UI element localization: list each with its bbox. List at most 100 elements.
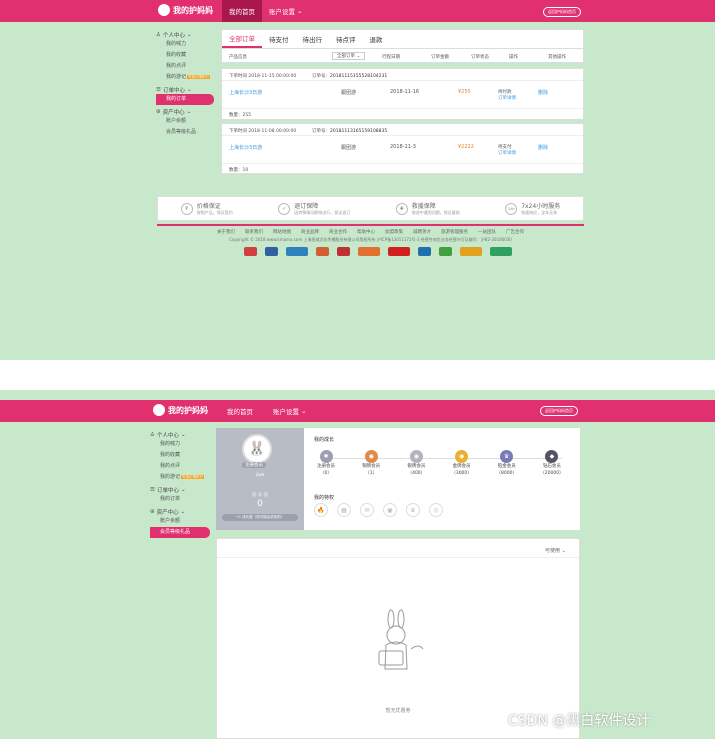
footer-link[interactable]: 旅游管理服务 bbox=[441, 229, 468, 235]
chevron-down-icon: ⌄ bbox=[356, 54, 361, 59]
footer-link[interactable]: 诚聘英才 bbox=[413, 229, 431, 235]
order-detail-link[interactable]: 订单详情 bbox=[498, 95, 516, 101]
chevron-down-icon: ⌄ bbox=[180, 509, 186, 515]
medal-icon: ◉ bbox=[364, 450, 378, 463]
sidebar-group-personal[interactable]: ♙ 个人中心 ⌄ bbox=[156, 31, 214, 39]
sidebar-item-reviews[interactable]: 我的点评 bbox=[156, 61, 214, 72]
footer-link[interactable]: 商业合作 bbox=[329, 229, 347, 235]
sidebar-item-balance[interactable]: 账户余额 bbox=[150, 516, 210, 527]
order-date: 2018-11-16 bbox=[390, 89, 420, 95]
table-header: 产品信息 全部订单 ⌄ 行程日期 订单金额 订单状态 操作 其他操作 bbox=[221, 48, 584, 63]
orders-page: 我的护妈妈 我的首页 账户设置 ⌄ 返回护妈妈首页 ♙ 个人中心 ⌄ 我的喊力 我的… bbox=[0, 0, 715, 360]
level-node: ◉ 金牌会员 （3000） bbox=[450, 450, 474, 477]
coupon-filter-select[interactable]: 可使用 ⌄ bbox=[545, 547, 566, 554]
user-icon: ♙ bbox=[156, 32, 161, 38]
col-other: 其他操作 bbox=[548, 55, 566, 60]
col-product: 产品信息 bbox=[229, 55, 247, 60]
wifi-icon[interactable]: ◎ bbox=[429, 503, 443, 517]
guarantee-refund: ✓ 退订保障 因特殊情况影响出行，保证退订 bbox=[278, 201, 350, 216]
return-home-button[interactable]: 返回护妈妈首页 bbox=[543, 7, 581, 17]
sidebar-item-my-orders[interactable]: 我的订单 bbox=[156, 94, 214, 105]
footer-link[interactable]: 加盟政策 bbox=[385, 229, 403, 235]
sidebar-group-assets[interactable]: ⊛ 资产中心 ⌄ bbox=[156, 108, 214, 116]
avatar[interactable]: 🐰 bbox=[242, 434, 272, 464]
trust-badge-icon bbox=[358, 247, 380, 256]
site-logo[interactable]: 我的护妈妈 bbox=[153, 404, 208, 416]
guarantee-rescue: ✚ 救援保障 旅途中遇到问题，保证援助 bbox=[395, 201, 460, 216]
sidebar-item-favorites[interactable]: 我的收藏 bbox=[156, 50, 214, 61]
footer-link[interactable]: 一站团队 bbox=[478, 229, 496, 235]
user-icon: ♙ bbox=[150, 432, 155, 438]
sidebar-item-reviews[interactable]: 我的点评 bbox=[150, 461, 210, 472]
tab-all-orders[interactable]: 全部订单 bbox=[222, 30, 262, 48]
fire-icon[interactable]: 🔥 bbox=[314, 503, 328, 517]
sidebar-item-my-orders[interactable]: 我的订单 bbox=[150, 494, 210, 505]
sidebar-item-member-gifts[interactable]: 会员等级礼品 bbox=[150, 527, 210, 538]
return-home-button[interactable]: 返回护妈妈首页 bbox=[540, 406, 578, 416]
col-date: 行程日期 bbox=[382, 55, 400, 60]
nav-home[interactable]: 我的首页 bbox=[222, 0, 262, 22]
footer-link[interactable]: 帮助中心 bbox=[357, 229, 375, 235]
product-link[interactable]: 上海长沙3日游 bbox=[229, 144, 262, 151]
check-icon: ✓ bbox=[278, 202, 291, 215]
order-date: 2018-11-3 bbox=[390, 144, 416, 150]
sidebar-item-power[interactable]: 我的喊力 bbox=[150, 439, 210, 450]
chevron-down-icon: ⌄ bbox=[180, 432, 186, 438]
sidebar-item-power[interactable]: 我的喊力 bbox=[156, 39, 214, 50]
footer-link[interactable]: 联系我们 bbox=[245, 229, 263, 235]
delete-order-button[interactable]: 删除 bbox=[538, 144, 548, 151]
order-filter-select[interactable]: 全部订单 ⌄ bbox=[332, 52, 366, 60]
coupon-panel: 可使用 ⌄ 暂无优惠券 bbox=[216, 538, 580, 739]
growth-levels: ✸ 注册会员 （0） ◉ 铜牌会员 （1） ◉ 银牌会员 （400） ◉ 金牌会员 （3000）… bbox=[314, 450, 564, 477]
nav-home[interactable]: 我的首页 bbox=[220, 400, 260, 422]
nav-account-settings[interactable]: 账户设置 ⌄ bbox=[262, 0, 310, 22]
medal-icon: ◉ bbox=[455, 450, 469, 463]
tab-pending-payment[interactable]: 待支付 bbox=[262, 30, 296, 48]
footer-link[interactable]: 商业品牌 bbox=[301, 229, 319, 235]
order-detail-link[interactable]: 订单详情 bbox=[498, 150, 516, 156]
site-logo[interactable]: 我的护妈妈 bbox=[158, 4, 213, 16]
level-node: ◉ 铜牌会员 （1） bbox=[359, 450, 383, 477]
safety-badge-icon bbox=[490, 247, 512, 256]
tab-pending-review[interactable]: 待点评 bbox=[329, 30, 363, 48]
order-quantity: 数量：10 bbox=[229, 168, 249, 173]
watermark: CSDN @黑白软件设计 bbox=[508, 713, 651, 729]
footer-link[interactable]: 网站地图 bbox=[273, 229, 291, 235]
police-badge-icon bbox=[244, 247, 257, 256]
sidebar-group-orders[interactable]: ☰ 订单中心 ⌄ bbox=[156, 86, 214, 94]
building-icon[interactable]: ▦ bbox=[337, 503, 351, 517]
credit-badge-icon bbox=[286, 247, 308, 256]
col-amount: 订单金额 bbox=[431, 55, 449, 60]
footer-link[interactable]: 关于我们 bbox=[217, 229, 235, 235]
sidebar-item-member-gifts[interactable]: 会员等级礼品 bbox=[156, 127, 214, 138]
order-quantity: 数量：255 bbox=[229, 113, 252, 118]
growth-panel: 我的成长 ✸ 注册会员 （0） ◉ 铜牌会员 （1） ◉ 银牌会员 （400） ◉ 金牌会员（… bbox=[304, 428, 580, 530]
nav-account-settings[interactable]: 账户设置 ⌄ bbox=[266, 400, 314, 422]
order-tabs: 全部订单 待支付 待出行 待点评 退款 bbox=[221, 29, 584, 48]
tab-pending-travel[interactable]: 待出行 bbox=[296, 30, 330, 48]
sidebar-group-personal[interactable]: ♙ 个人中心 ⌄ bbox=[150, 431, 210, 439]
guarantee-price: ¥ 价格保证 保购产品，保证签约 bbox=[180, 201, 233, 216]
growth-value: 0 bbox=[257, 499, 263, 509]
sidebar-item-favorites[interactable]: 我的收藏 bbox=[150, 450, 210, 461]
gift-icon[interactable]: ▣ bbox=[383, 503, 397, 517]
level-node: ◉ 银牌会员 （400） bbox=[404, 450, 428, 477]
growth-label: 成 长 值 bbox=[251, 493, 269, 498]
bunny-logo-icon bbox=[153, 404, 165, 416]
sidebar-group-assets[interactable]: ⊛ 资产中心 ⌄ bbox=[150, 508, 210, 516]
medical-icon: ✚ bbox=[395, 202, 408, 215]
star-icon: ✸ bbox=[319, 450, 333, 463]
sidebar-item-travelogue[interactable]: 我的游记 写游记得积分 bbox=[156, 72, 214, 83]
sidebar-group-orders[interactable]: ☰ 订单中心 ⌄ bbox=[150, 486, 210, 494]
bunny-logo-icon bbox=[158, 4, 170, 16]
delete-order-button[interactable]: 删除 bbox=[538, 89, 548, 96]
mail-icon[interactable]: ✉ bbox=[360, 503, 374, 517]
sidebar-item-balance[interactable]: 账户余额 bbox=[156, 116, 214, 127]
crown-icon[interactable]: ♛ bbox=[406, 503, 420, 517]
top-nav-bar: 我的护妈妈 我的首页 账户设置 ⌄ 返回护妈妈首页 bbox=[0, 0, 715, 22]
sidebar-item-travelogue[interactable]: 我的游记 写游记得积分 bbox=[150, 472, 210, 483]
tab-refund[interactable]: 退款 bbox=[363, 30, 390, 48]
order-time: 下单时间 2018-11-08 00:00:00 bbox=[229, 129, 297, 134]
footer-link[interactable]: 广告合作 bbox=[506, 229, 524, 235]
product-link[interactable]: 上海长沙3日游 bbox=[229, 89, 262, 96]
